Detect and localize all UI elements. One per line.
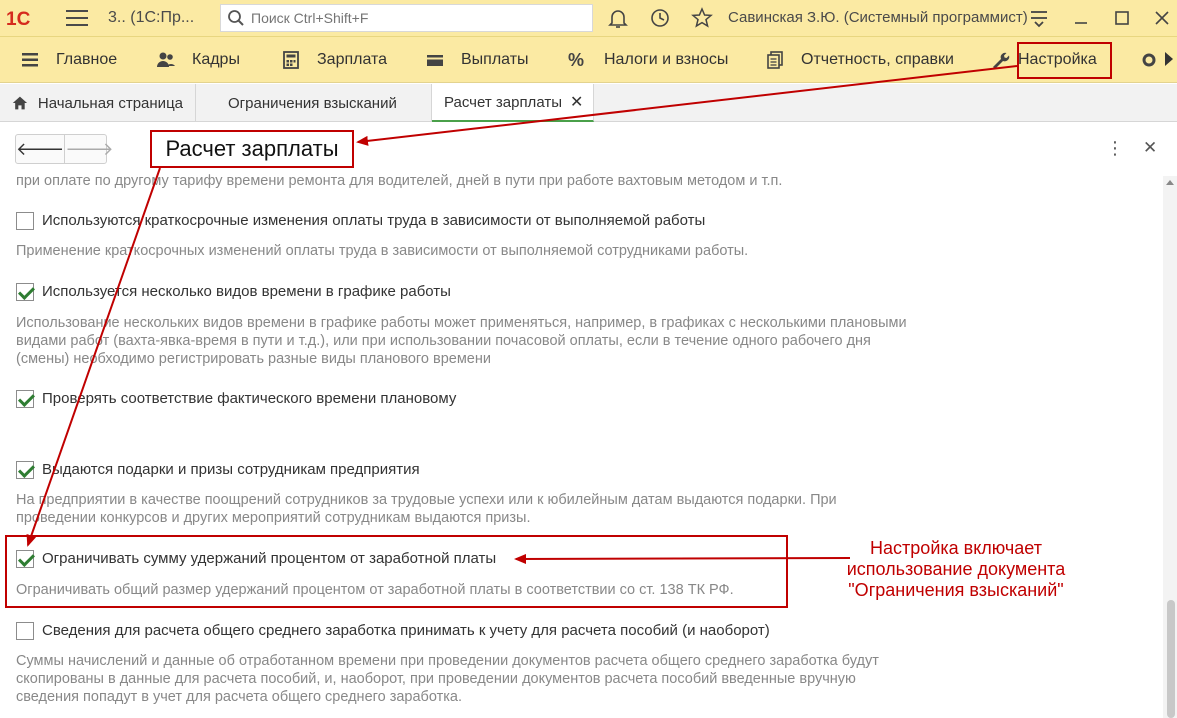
more-actions-icon[interactable]: ⋮ bbox=[1106, 138, 1124, 159]
setting-description: На предприятии в качестве поощрений сотр… bbox=[16, 492, 837, 526]
wrench-icon bbox=[993, 52, 1010, 69]
current-user[interactable]: Савинская З.Ю. (Системный программист) bbox=[728, 9, 1028, 26]
forward-button[interactable]: 🡒 bbox=[65, 135, 113, 163]
menu-item-label: Кадры bbox=[192, 51, 240, 68]
setting-label[interactable]: Выдаются подарки и призы сотрудникам пре… bbox=[42, 461, 420, 478]
star-icon[interactable] bbox=[691, 7, 713, 29]
menu-item-label: Главное bbox=[56, 51, 118, 68]
scroll-thumb[interactable] bbox=[1167, 600, 1175, 718]
menu-item-reports[interactable]: Отчетность, справки bbox=[765, 37, 954, 83]
menu-item-main[interactable]: Главное bbox=[20, 37, 117, 83]
setting-description: Использование нескольких видов времени в… bbox=[16, 315, 907, 367]
tab-close-icon[interactable]: ✕ bbox=[570, 92, 583, 112]
setting-label[interactable]: Сведения для расчета общего среднего зар… bbox=[42, 622, 770, 639]
menu-item-label: Выплаты bbox=[461, 51, 529, 68]
checkbox-gifts-and-prizes[interactable] bbox=[16, 461, 34, 479]
tab-payroll-settings[interactable]: Расчет зарплаты ✕ bbox=[432, 84, 594, 122]
tab-home[interactable]: Начальная страница bbox=[0, 84, 196, 122]
wallet-icon bbox=[427, 55, 443, 66]
menu-item-taxes[interactable]: % Налоги и взносы bbox=[568, 37, 728, 83]
svg-text:1С: 1С bbox=[6, 9, 31, 29]
highlight-settings-menu bbox=[1017, 42, 1112, 79]
menu-item-label: Отчетность, справки bbox=[801, 51, 954, 68]
checkbox-check-actual-vs-plan[interactable] bbox=[16, 390, 34, 408]
calculator-icon bbox=[283, 51, 299, 69]
menu-item-hr[interactable]: Кадры bbox=[156, 37, 240, 83]
scroll-up-icon[interactable] bbox=[1166, 180, 1174, 185]
menu-item-label: Зарплата bbox=[317, 51, 388, 68]
highlight-limit-deductions-setting bbox=[5, 535, 788, 608]
close-icon[interactable] bbox=[1153, 9, 1171, 27]
history-icon[interactable] bbox=[649, 7, 671, 29]
gear-icon[interactable] bbox=[1140, 50, 1158, 70]
tab-label: Расчет зарплаты bbox=[444, 93, 562, 111]
setting-description: Применение краткосрочных изменений оплат… bbox=[16, 243, 749, 259]
app-title[interactable]: 3.. (1С:Пр... bbox=[108, 9, 194, 27]
setting-label[interactable]: Проверять соответствие фактического врем… bbox=[42, 390, 456, 407]
tab-label: Ограничения взысканий bbox=[228, 94, 397, 112]
annotation-note: Настройка включает использование докумен… bbox=[846, 538, 1066, 600]
menu-lines-icon bbox=[22, 53, 38, 67]
menu-item-payments[interactable]: Выплаты bbox=[425, 37, 529, 83]
people-icon bbox=[157, 52, 175, 67]
settings-menu-icon[interactable] bbox=[1028, 7, 1050, 29]
title-bar: 1С 3.. (1С:Пр... Савинская З.Ю. (Системн… bbox=[0, 0, 1177, 37]
menu-item-payroll[interactable]: Зарплата bbox=[281, 37, 387, 83]
main-menu-icon[interactable] bbox=[66, 10, 88, 26]
form-close-icon[interactable]: ✕ bbox=[1143, 138, 1157, 158]
setting-label[interactable]: Используются краткосрочные изменения опл… bbox=[42, 212, 705, 229]
tab-label: Начальная страница bbox=[37, 94, 183, 112]
maximize-icon[interactable] bbox=[1113, 9, 1131, 27]
bell-icon[interactable] bbox=[607, 7, 629, 29]
documents-icon bbox=[767, 51, 783, 69]
menu-scroll-right-icon[interactable] bbox=[1165, 52, 1173, 66]
menu-item-label: Налоги и взносы bbox=[604, 51, 729, 68]
checkbox-multiple-time-types[interactable] bbox=[16, 283, 34, 301]
partial-description: при оплате по другому тарифу времени рем… bbox=[16, 173, 783, 189]
minimize-icon[interactable] bbox=[1072, 9, 1090, 27]
setting-description: Суммы начислений и данные об отработанно… bbox=[16, 653, 879, 705]
checkbox-short-term-pay-changes[interactable] bbox=[16, 212, 34, 230]
tabs-bar: Начальная страница Ограничения взысканий… bbox=[0, 84, 1177, 122]
percent-icon: % bbox=[568, 50, 585, 70]
global-search[interactable] bbox=[220, 4, 593, 32]
tab-garnishment-limits[interactable]: Ограничения взысканий bbox=[196, 84, 432, 122]
setting-label[interactable]: Используется несколько видов времени в г… bbox=[42, 283, 451, 300]
back-button[interactable]: 🡐 bbox=[16, 135, 66, 163]
history-navigation: 🡐 🡒 bbox=[15, 134, 114, 164]
home-icon bbox=[12, 96, 28, 110]
section-menu: Главное Кадры Зарплата Выплаты % Налоги … bbox=[0, 37, 1177, 83]
search-input[interactable] bbox=[251, 10, 571, 26]
callout-payroll-settings: Расчет зарплаты bbox=[150, 130, 354, 168]
checkbox-average-earnings-for-benefits[interactable] bbox=[16, 622, 34, 640]
search-icon bbox=[228, 10, 244, 26]
1c-logo-icon[interactable]: 1С bbox=[6, 7, 46, 29]
